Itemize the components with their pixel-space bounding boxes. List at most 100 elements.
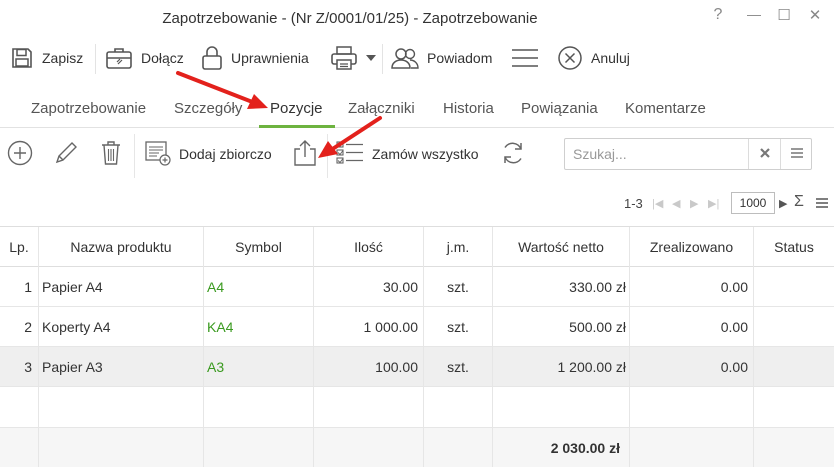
close-window-button[interactable]: ✕: [805, 6, 825, 24]
page-size-field[interactable]: 1000: [731, 192, 775, 214]
total-net-value: 2 030.00 zł: [550, 440, 620, 456]
search-input[interactable]: [565, 139, 748, 169]
trash-icon: [100, 140, 122, 169]
active-tab-indicator: [259, 125, 335, 128]
checklist-icon: [336, 140, 364, 169]
sum-icon[interactable]: Σ: [794, 193, 804, 211]
help-button[interactable]: ?: [708, 6, 728, 24]
cell-unit: szt.: [447, 359, 469, 375]
tab-bar: Zapotrzebowanie Szczegóły Pozycje Załącz…: [0, 90, 834, 128]
search-box: [564, 138, 812, 170]
pencil-icon: [53, 140, 79, 169]
column-header-name[interactable]: Nazwa produktu: [39, 227, 203, 267]
column-header-net-value[interactable]: Wartość netto: [493, 227, 629, 267]
cell-unit: szt.: [447, 319, 469, 335]
cell-name: Papier A3: [42, 359, 103, 375]
table-summary-row: 2 030.00 zł: [0, 427, 834, 467]
column-header-symbol[interactable]: Symbol: [204, 227, 313, 267]
attach-label: Dołącz: [141, 50, 184, 66]
clear-search-button[interactable]: [748, 139, 780, 169]
table-row[interactable]: 2 Koperty A4 KA4 1 000.00 szt. 500.00 zł…: [0, 307, 834, 347]
maximize-button[interactable]: ☐: [774, 6, 794, 24]
chevron-down-icon[interactable]: [366, 54, 376, 62]
prev-page-icon[interactable]: ◀: [672, 197, 680, 210]
tab-pozycje[interactable]: Pozycje: [270, 90, 323, 128]
export-button[interactable]: [293, 129, 317, 179]
order-all-button[interactable]: Zamów wszystko: [336, 129, 479, 179]
notify-label: Powiadom: [427, 50, 493, 66]
cell-name: Papier A4: [42, 279, 103, 295]
tab-historia[interactable]: Historia: [443, 90, 494, 128]
tab-komentarze[interactable]: Komentarze: [625, 90, 706, 128]
save-button[interactable]: Zapisz: [10, 38, 83, 78]
column-header-unit[interactable]: j.m.: [424, 227, 492, 267]
cell-symbol[interactable]: A4: [207, 267, 224, 307]
column-divider: [423, 227, 424, 467]
cell-net-value: 500.00 zł: [569, 319, 626, 335]
tab-powiazania[interactable]: Powiązania: [521, 90, 598, 128]
columns-menu-icon[interactable]: [816, 196, 828, 212]
column-divider: [203, 227, 204, 467]
list-icon: [790, 146, 804, 162]
plus-icon: [7, 140, 33, 169]
delete-button[interactable]: [100, 129, 122, 179]
permissions-label: Uprawnienia: [231, 50, 309, 66]
attach-button[interactable]: Dołącz: [105, 38, 184, 78]
last-page-icon[interactable]: ▶|: [708, 197, 719, 210]
cell-lp: 3: [24, 359, 32, 375]
clear-icon: [759, 146, 771, 162]
cell-unit: szt.: [447, 279, 469, 295]
cancel-button[interactable]: Anuluj: [557, 38, 630, 78]
table-row[interactable]: 1 Papier A4 A4 30.00 szt. 330.00 zł 0.00: [0, 267, 834, 307]
cell-lp: 1: [24, 279, 32, 295]
column-header-lp[interactable]: Lp.: [0, 227, 38, 267]
tab-zalaczniki[interactable]: Załączniki: [348, 90, 415, 128]
table-header: Lp. Nazwa produktu Symbol Ilość j.m. War…: [0, 227, 834, 267]
menu-icon: [511, 48, 539, 68]
column-divider: [629, 227, 630, 467]
cell-symbol[interactable]: KA4: [207, 307, 233, 347]
first-page-icon[interactable]: |◀: [652, 197, 663, 210]
cell-lp: 2: [24, 319, 32, 335]
column-header-status[interactable]: Status: [754, 227, 834, 267]
search-options-button[interactable]: [780, 139, 812, 169]
cell-realized: 0.00: [720, 279, 748, 295]
minimize-button[interactable]: —: [744, 6, 764, 22]
notify-button[interactable]: Powiadom: [391, 38, 492, 78]
subtoolbar-divider: [327, 134, 328, 178]
permissions-button[interactable]: Uprawnienia: [201, 38, 309, 78]
table-row-selected[interactable]: 3 Papier A3 A3 100.00 szt. 1 200.00 zł 0…: [0, 347, 834, 387]
next-page-icon[interactable]: ▶: [690, 197, 698, 210]
column-divider: [313, 227, 314, 467]
cell-name: Koperty A4: [42, 319, 111, 335]
export-icon: [293, 139, 317, 170]
cell-net-value: 330.00 zł: [569, 279, 626, 295]
page-size-arrow-icon[interactable]: ▶: [779, 197, 787, 210]
print-button[interactable]: [330, 38, 376, 78]
save-icon: [10, 46, 34, 70]
cell-realized: 0.00: [720, 359, 748, 375]
cell-symbol[interactable]: A3: [207, 347, 224, 387]
bulk-add-label: Dodaj zbiorczo: [179, 146, 272, 162]
refresh-button[interactable]: [500, 129, 526, 179]
pager-range: 1-3: [624, 196, 643, 211]
column-header-realized[interactable]: Zrealizowano: [630, 227, 753, 267]
printer-icon: [330, 45, 358, 71]
cancel-label: Anuluj: [591, 50, 630, 66]
edit-button[interactable]: [53, 129, 79, 179]
order-all-label: Zamów wszystko: [372, 146, 479, 162]
tab-zapotrzebowanie[interactable]: Zapotrzebowanie: [31, 90, 146, 128]
tab-szczegoly[interactable]: Szczegóły: [174, 90, 242, 128]
cell-quantity: 100.00: [375, 359, 418, 375]
toolbar-divider: [95, 44, 96, 74]
bulk-add-icon: [145, 140, 171, 169]
bulk-add-button[interactable]: Dodaj zbiorczo: [145, 129, 272, 179]
column-header-quantity[interactable]: Ilość: [314, 227, 423, 267]
add-button[interactable]: [7, 129, 33, 179]
title-bar: Zapotrzebowanie - (Nr Z/0001/01/25) - Za…: [0, 0, 834, 36]
column-divider: [753, 227, 754, 467]
cancel-icon: [557, 45, 583, 71]
cell-quantity: 30.00: [382, 279, 418, 295]
more-menu-button[interactable]: [511, 38, 539, 78]
positions-table: Lp. Nazwa produktu Symbol Ilość j.m. War…: [0, 226, 834, 467]
